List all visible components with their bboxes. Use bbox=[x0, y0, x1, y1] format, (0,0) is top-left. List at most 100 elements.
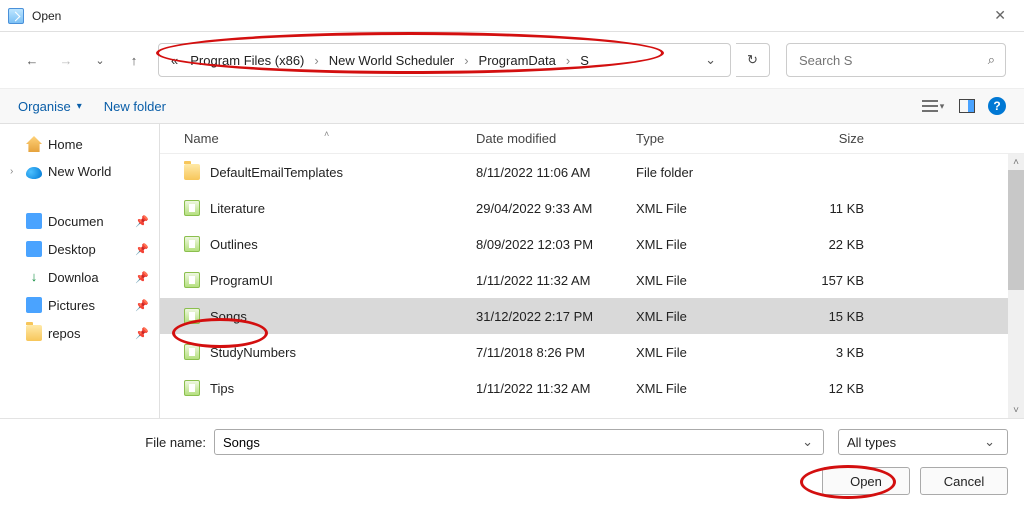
file-row[interactable]: StudyNumbers7/11/2018 8:26 PMXML File3 K… bbox=[160, 334, 1024, 370]
recent-locations[interactable]: ⌄ bbox=[86, 46, 114, 74]
tree-quick-item[interactable]: Documen 📌 bbox=[6, 207, 153, 235]
file-date: 31/12/2022 2:17 PM bbox=[476, 309, 636, 324]
nav-tree[interactable]: Home › New World Documen 📌 Desktop 📌 ↓ D… bbox=[0, 124, 160, 418]
scroll-down-icon[interactable]: ˅ bbox=[1008, 402, 1024, 418]
tree-quick-item[interactable]: Desktop 📌 bbox=[6, 235, 153, 263]
tree-quick-item[interactable]: ↓ Downloa 📌 bbox=[6, 263, 153, 291]
organise-menu[interactable]: Organise ▾ bbox=[18, 99, 82, 114]
expand-icon[interactable]: › bbox=[10, 166, 20, 177]
file-row[interactable]: Literature29/04/2022 9:33 AMXML File11 K… bbox=[160, 190, 1024, 226]
close-button[interactable]: ✕ bbox=[984, 3, 1016, 28]
scroll-up-icon[interactable]: ˄ bbox=[1008, 154, 1024, 170]
window-title: Open bbox=[32, 9, 61, 23]
xml-file-icon bbox=[184, 272, 200, 288]
breadcrumb-item[interactable]: ProgramData bbox=[475, 51, 560, 70]
tree-quick-item[interactable]: Pictures 📌 bbox=[6, 291, 153, 319]
bottom-panel: File name: ⌄ All types ⌄ Open Cancel bbox=[0, 418, 1024, 507]
file-type: File folder bbox=[636, 165, 782, 180]
back-button[interactable]: ← bbox=[18, 46, 46, 74]
folder-icon bbox=[184, 164, 200, 180]
tree-label: Downloa bbox=[48, 270, 99, 285]
col-size-header[interactable]: Size bbox=[782, 131, 872, 146]
chevron-right-icon[interactable]: › bbox=[462, 53, 470, 68]
col-type-header[interactable]: Type bbox=[636, 131, 782, 146]
breadcrumb-item[interactable]: S bbox=[576, 51, 593, 70]
home-icon bbox=[26, 136, 42, 152]
search-icon[interactable]: ⌕ bbox=[988, 52, 995, 68]
address-dropdown[interactable]: ⌄ bbox=[699, 52, 722, 68]
toolbar: Organise ▾ New folder ▾ ? bbox=[0, 88, 1024, 124]
column-headers: Name˄ Date modified Type Size bbox=[160, 124, 1024, 154]
forward-button[interactable]: → bbox=[52, 46, 80, 74]
folder-icon bbox=[26, 325, 42, 341]
tree-label: Documen bbox=[48, 214, 104, 229]
file-name: ProgramUI bbox=[210, 273, 273, 288]
file-type: XML File bbox=[636, 309, 782, 324]
title-bar: Open ✕ bbox=[0, 0, 1024, 32]
refresh-button[interactable]: ↻ bbox=[736, 43, 770, 77]
filename-label: File name: bbox=[16, 435, 206, 450]
chevron-down-icon[interactable]: ⌄ bbox=[798, 434, 817, 450]
col-name-header[interactable]: Name˄ bbox=[184, 131, 476, 146]
view-options[interactable]: ▾ bbox=[920, 94, 946, 118]
search-input[interactable] bbox=[797, 52, 988, 69]
new-folder-button[interactable]: New folder bbox=[104, 99, 166, 114]
file-name: Literature bbox=[210, 201, 265, 216]
pin-icon: 📌 bbox=[135, 215, 149, 228]
preview-pane-toggle[interactable] bbox=[954, 94, 980, 118]
breadcrumb-item[interactable]: Program Files (x86) bbox=[186, 51, 308, 70]
file-size: 3 KB bbox=[782, 345, 872, 360]
folder-icon bbox=[26, 241, 42, 257]
cancel-button[interactable]: Cancel bbox=[920, 467, 1008, 495]
file-name: Songs bbox=[210, 309, 247, 324]
xml-file-icon bbox=[184, 380, 200, 396]
filter-combo[interactable]: All types ⌄ bbox=[838, 429, 1008, 455]
filename-input[interactable] bbox=[221, 434, 798, 451]
app-icon bbox=[8, 8, 24, 24]
file-row[interactable]: Outlines8/09/2022 12:03 PMXML File22 KB bbox=[160, 226, 1024, 262]
tree-quick-item[interactable]: repos 📌 bbox=[6, 319, 153, 347]
main-area: Home › New World Documen 📌 Desktop 📌 ↓ D… bbox=[0, 124, 1024, 418]
col-date-header[interactable]: Date modified bbox=[476, 131, 636, 146]
file-date: 8/09/2022 12:03 PM bbox=[476, 237, 636, 252]
help-button[interactable]: ? bbox=[988, 97, 1006, 115]
search-box[interactable]: ⌕ bbox=[786, 43, 1006, 77]
organise-label: Organise bbox=[18, 99, 71, 114]
tree-label: Home bbox=[48, 137, 83, 152]
chevron-down-icon[interactable]: ⌄ bbox=[980, 434, 999, 450]
file-type: XML File bbox=[636, 273, 782, 288]
file-row[interactable]: Songs31/12/2022 2:17 PMXML File15 KB bbox=[160, 298, 1024, 334]
chevron-right-icon[interactable]: › bbox=[312, 53, 320, 68]
file-date: 1/11/2022 11:32 AM bbox=[476, 381, 636, 396]
filter-value: All types bbox=[847, 435, 980, 450]
chevron-down-icon: ▾ bbox=[77, 101, 82, 112]
address-bar[interactable]: « Program Files (x86) › New World Schedu… bbox=[158, 43, 731, 77]
chevron-right-icon[interactable]: › bbox=[564, 53, 572, 68]
breadcrumb-item[interactable]: New World Scheduler bbox=[325, 51, 458, 70]
file-row[interactable]: DefaultEmailTemplates8/11/2022 11:06 AMF… bbox=[160, 154, 1024, 190]
file-type: XML File bbox=[636, 345, 782, 360]
file-type: XML File bbox=[636, 201, 782, 216]
breadcrumb-overflow[interactable]: « bbox=[167, 51, 182, 70]
pin-icon: 📌 bbox=[135, 243, 149, 256]
tree-label: Desktop bbox=[48, 242, 96, 257]
file-row[interactable]: Tips1/11/2022 11:32 AMXML File12 KB bbox=[160, 370, 1024, 406]
xml-file-icon bbox=[184, 200, 200, 216]
scrollbar[interactable]: ˄ ˅ bbox=[1008, 154, 1024, 418]
tree-onedrive[interactable]: › New World bbox=[6, 158, 153, 185]
onedrive-icon bbox=[26, 167, 42, 179]
tree-home[interactable]: Home bbox=[6, 130, 153, 158]
up-button[interactable]: ↑ bbox=[120, 46, 148, 74]
file-size: 11 KB bbox=[782, 201, 872, 216]
folder-icon bbox=[26, 213, 42, 229]
filename-combo[interactable]: ⌄ bbox=[214, 429, 824, 455]
tree-label: repos bbox=[48, 326, 81, 341]
scroll-thumb[interactable] bbox=[1008, 170, 1024, 290]
file-name: StudyNumbers bbox=[210, 345, 296, 360]
pin-icon: 📌 bbox=[135, 299, 149, 312]
file-date: 8/11/2022 11:06 AM bbox=[476, 165, 636, 180]
folder-icon bbox=[26, 297, 42, 313]
pin-icon: 📌 bbox=[135, 271, 149, 284]
open-button[interactable]: Open bbox=[822, 467, 910, 495]
file-row[interactable]: ProgramUI1/11/2022 11:32 AMXML File157 K… bbox=[160, 262, 1024, 298]
